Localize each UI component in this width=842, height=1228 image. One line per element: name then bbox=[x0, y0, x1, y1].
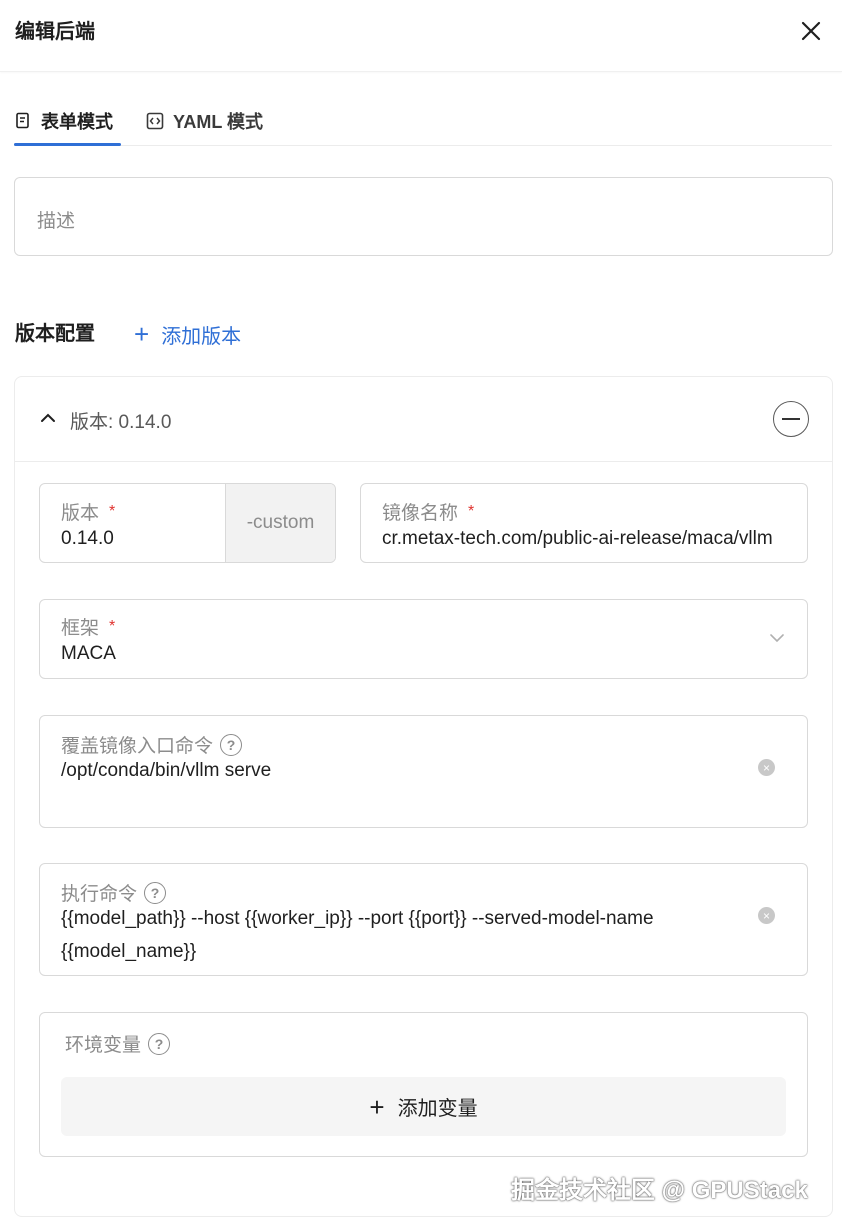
form-icon bbox=[14, 112, 32, 130]
add-variable-label: 添加变量 bbox=[397, 1098, 478, 1120]
version-card-header[interactable]: 版本: 0.14.0 bbox=[15, 377, 832, 462]
chevron-up-icon[interactable] bbox=[39, 409, 57, 427]
clear-icon[interactable]: × bbox=[758, 759, 775, 776]
command-value-line1: {{model_path}} --host {{worker_ip}} --po… bbox=[61, 908, 654, 929]
tab-yaml-mode[interactable]: YAML 模式 bbox=[146, 104, 263, 138]
required-mark: * bbox=[468, 502, 475, 520]
tab-form-mode[interactable]: 表单模式 bbox=[14, 104, 113, 138]
image-name-field[interactable]: 镜像名称 * cr.metax-tech.com/public-ai-relea… bbox=[360, 483, 808, 563]
drawer-header: 编辑后端 bbox=[0, 0, 842, 72]
version-field-label: 版本 bbox=[61, 503, 100, 524]
question-circle-icon[interactable]: ? bbox=[144, 881, 167, 904]
version-field-value: 0.14.0 bbox=[61, 528, 114, 549]
plus-icon: + bbox=[134, 319, 150, 349]
tab-form-label: 表单模式 bbox=[41, 112, 113, 132]
entrypoint-label: 覆盖镜像入口命令 bbox=[61, 736, 214, 757]
tab-yaml-label: YAML 模式 bbox=[173, 112, 264, 132]
version-suffix-addon: -custom bbox=[225, 484, 335, 562]
question-circle-icon[interactable]: ? bbox=[148, 1032, 171, 1055]
add-version-label: 添加版本 bbox=[161, 325, 242, 348]
framework-label: 框架 bbox=[61, 618, 100, 639]
env-vars-label: 环境变量 bbox=[65, 1035, 142, 1056]
required-mark: * bbox=[109, 617, 116, 635]
command-label: 执行命令 bbox=[61, 884, 138, 905]
add-variable-button[interactable]: + 添加变量 bbox=[61, 1077, 786, 1136]
entrypoint-field[interactable]: 覆盖镜像入口命令 ? /opt/conda/bin/vllm serve × bbox=[39, 715, 808, 828]
description-input[interactable]: 描述 bbox=[14, 177, 833, 256]
mode-tabs: 表单模式 YAML 模式 bbox=[14, 96, 832, 146]
version-card-title: 版本: 0.14.0 bbox=[70, 412, 172, 433]
env-vars-field: 环境变量 ? + 添加变量 bbox=[39, 1012, 808, 1157]
image-name-label: 镜像名称 bbox=[382, 503, 459, 524]
question-circle-icon[interactable]: ? bbox=[220, 733, 243, 756]
version-field[interactable]: 版本 * 0.14.0 -custom bbox=[39, 483, 336, 563]
clear-icon[interactable]: × bbox=[758, 907, 775, 924]
chevron-down-icon[interactable] bbox=[769, 630, 785, 646]
close-icon[interactable] bbox=[798, 18, 824, 44]
image-name-value: cr.metax-tech.com/public-ai-release/maca… bbox=[382, 528, 773, 549]
drawer-title: 编辑后端 bbox=[15, 21, 95, 43]
active-tab-indicator bbox=[14, 143, 121, 146]
framework-value: MACA bbox=[61, 643, 116, 664]
plus-icon: + bbox=[369, 1091, 385, 1122]
code-icon bbox=[146, 112, 164, 130]
watermark: 掘金技术社区 @ GPUStack bbox=[511, 1177, 808, 1204]
entrypoint-value: /opt/conda/bin/vllm serve bbox=[61, 760, 272, 781]
description-placeholder: 描述 bbox=[37, 211, 76, 232]
command-value-line2: {{model_name}} bbox=[61, 941, 197, 962]
add-version-button[interactable]: + 添加版本 bbox=[134, 320, 241, 348]
required-mark: * bbox=[109, 502, 116, 520]
framework-select[interactable]: 框架 * MACA bbox=[39, 599, 808, 679]
version-config-title: 版本配置 bbox=[15, 323, 95, 345]
command-field[interactable]: 执行命令 ? {{model_path}} --host {{worker_ip… bbox=[39, 863, 808, 976]
minus-circle-icon[interactable] bbox=[773, 401, 809, 437]
